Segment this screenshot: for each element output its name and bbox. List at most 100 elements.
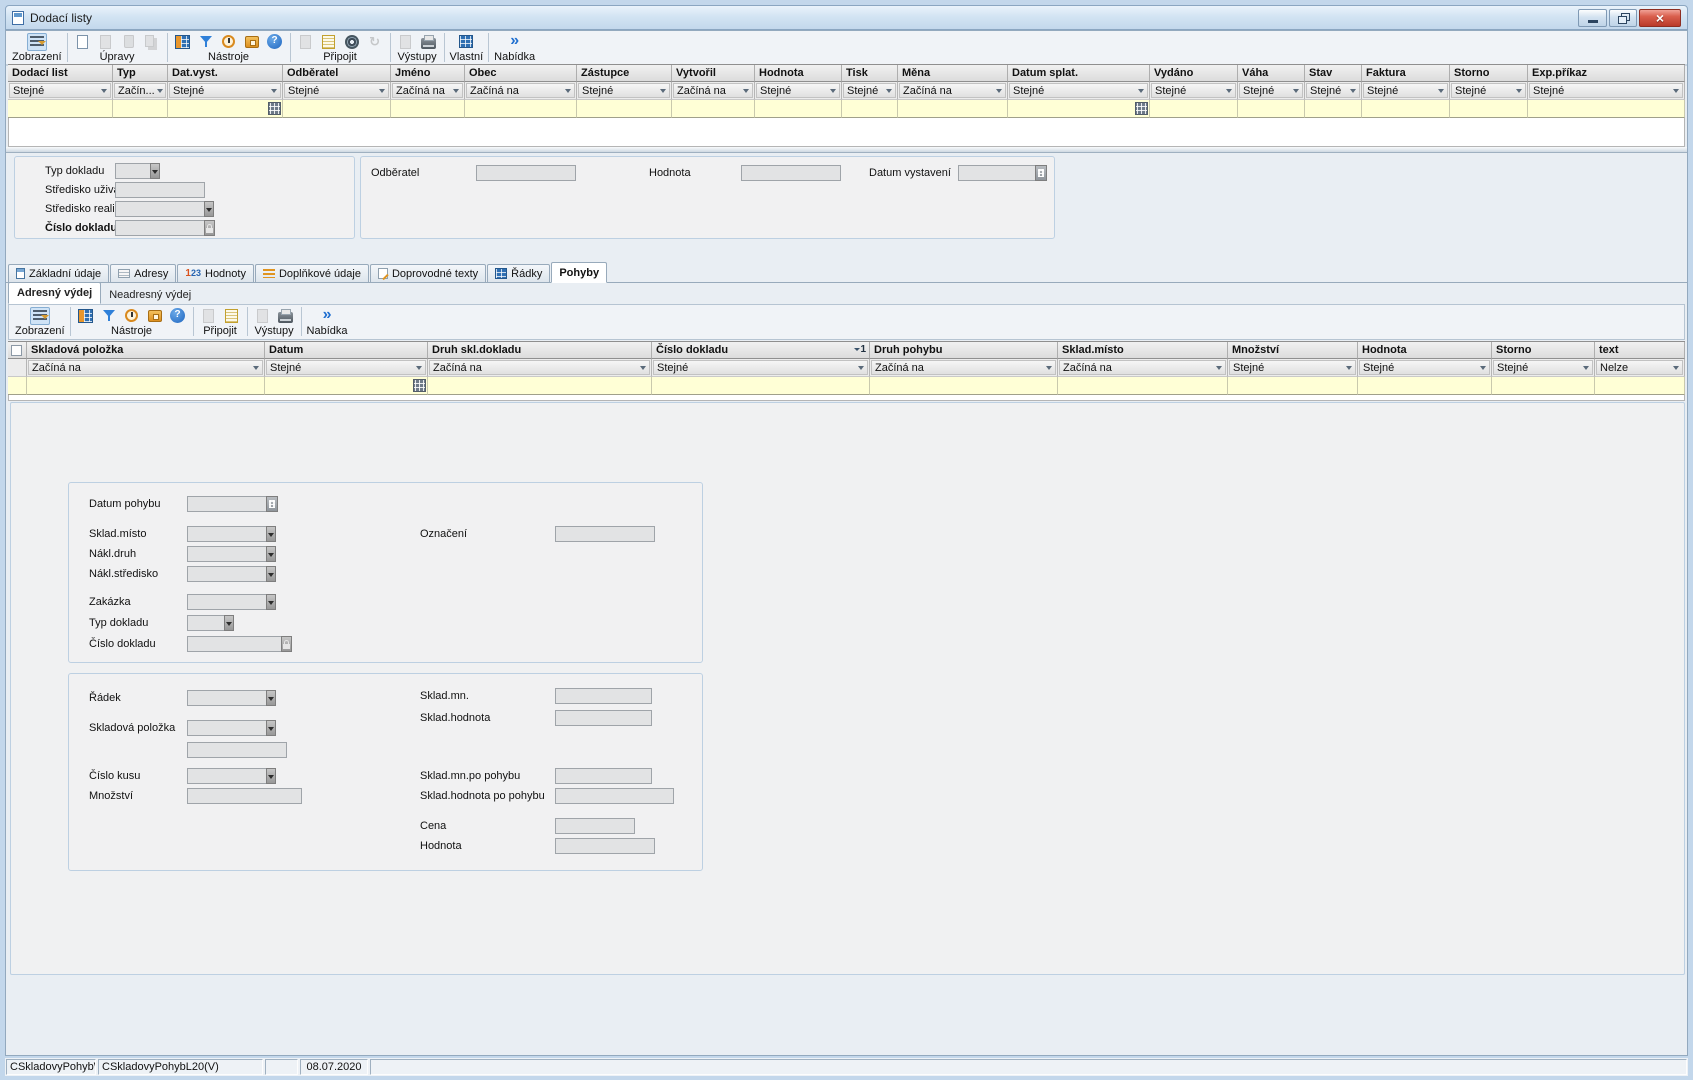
custom-view-button[interactable]: [456, 33, 476, 51]
filter-dropdown-dat-vyst[interactable]: Stejné: [169, 83, 281, 98]
attachment-list-button[interactable]: [222, 307, 242, 325]
stredisko-uzivatele-input[interactable]: [115, 182, 205, 198]
filter-dropdown-odberatel[interactable]: Stejné: [284, 83, 389, 98]
filter-input-faktura[interactable]: [1362, 100, 1450, 118]
cena-input[interactable]: [555, 818, 635, 834]
filter-input-exp-prikaz[interactable]: [1528, 100, 1685, 118]
filter-dropdown-mena[interactable]: Začíná na: [899, 83, 1006, 98]
column-header-datum[interactable]: Datum: [265, 342, 428, 359]
filter-button[interactable]: [99, 307, 119, 325]
filter-input-tisk[interactable]: [842, 100, 898, 118]
filter-input-datum-splat[interactable]: [1008, 100, 1150, 118]
column-header-vydano[interactable]: Vydáno: [1150, 65, 1238, 82]
column-header-dodaci-list[interactable]: Dodací list: [8, 65, 113, 82]
filter-dropdown-skladova-polozka[interactable]: Začíná na: [28, 360, 263, 375]
nakl-druh-dropdown-button[interactable]: [266, 546, 276, 562]
filter-input-obec[interactable]: [465, 100, 577, 118]
column-header-zastupce[interactable]: Zástupce: [577, 65, 672, 82]
column-header-exp-prikaz[interactable]: Exp.příkaz: [1528, 65, 1685, 82]
filter-dropdown-hodnota[interactable]: Stejné: [756, 83, 840, 98]
filter-input-storno[interactable]: [1492, 377, 1595, 395]
menu-button[interactable]: [505, 33, 525, 51]
stredisko-realizace-dropdown-button[interactable]: [204, 201, 214, 217]
table-settings-button[interactable]: [173, 33, 193, 51]
column-header-typ[interactable]: Typ: [113, 65, 168, 82]
column-header-mena[interactable]: Měna: [898, 65, 1008, 82]
history-button[interactable]: [122, 307, 142, 325]
column-header-faktura[interactable]: Faktura: [1362, 65, 1450, 82]
filter-input-skladova-polozka[interactable]: [27, 377, 265, 395]
filter-input-stav[interactable]: [1305, 100, 1362, 118]
filter-input-text[interactable]: [1595, 377, 1685, 395]
filter-dropdown-stav[interactable]: Stejné: [1306, 83, 1360, 98]
filter-input-druh-skl-dokladu[interactable]: [428, 377, 652, 395]
skladova-polozka-input[interactable]: [187, 720, 267, 736]
sklad-hodnota-input[interactable]: [555, 710, 652, 726]
datum-pohybu-calendar-button[interactable]: [266, 496, 278, 512]
help-button[interactable]: [168, 307, 188, 325]
nakl-stredisko-dropdown-button[interactable]: [266, 566, 276, 582]
column-header-skladova-polozka[interactable]: Skladová položka: [27, 342, 265, 359]
datum-pohybu-input[interactable]: [187, 496, 267, 512]
cislo-dokladu-lock-button[interactable]: [281, 636, 292, 652]
filter-dropdown-vaha[interactable]: Stejné: [1239, 83, 1303, 98]
filter-dropdown-storno[interactable]: Stejné: [1493, 360, 1593, 375]
filter-dropdown-hodnota[interactable]: Stejné: [1359, 360, 1490, 375]
minimize-button[interactable]: [1578, 9, 1607, 27]
column-header-storno[interactable]: Storno: [1492, 342, 1595, 359]
view-button[interactable]: [27, 33, 47, 51]
typ-dokladu-dropdown-button[interactable]: [150, 163, 160, 179]
filter-input-druh-pohybu[interactable]: [870, 377, 1058, 395]
tab-doprovodne-texty[interactable]: Doprovodné texty: [370, 264, 486, 283]
options-button[interactable]: [145, 307, 165, 325]
filter-input-cislo-dokladu[interactable]: [652, 377, 870, 395]
filter-input-vydano[interactable]: [1150, 100, 1238, 118]
skladova-polozka-secondary-input[interactable]: [187, 742, 287, 758]
filter-dropdown-text[interactable]: Nelze: [1596, 360, 1683, 375]
filter-dropdown-zastupce[interactable]: Stejné: [578, 83, 670, 98]
odberatel-input[interactable]: [476, 165, 576, 181]
radek-input[interactable]: [187, 690, 267, 706]
filter-input-storno[interactable]: [1450, 100, 1528, 118]
column-header-sklad-misto[interactable]: Sklad.místo: [1058, 342, 1228, 359]
stredisko-realizace-input[interactable]: [115, 201, 205, 217]
datum-vystaveni-input[interactable]: [958, 165, 1036, 181]
filter-dropdown-druh-skl-dokladu[interactable]: Začíná na: [429, 360, 650, 375]
filter-dropdown-dodaci-list[interactable]: Stejné: [9, 83, 111, 98]
print-button[interactable]: [276, 307, 296, 325]
filter-input-dat-vyst[interactable]: [168, 100, 283, 118]
menu-button[interactable]: [317, 307, 337, 325]
filter-dropdown-datum[interactable]: Stejné: [266, 360, 426, 375]
nakl-stredisko-input[interactable]: [187, 566, 267, 582]
column-header-hodnota[interactable]: Hodnota: [1358, 342, 1492, 359]
tab-zakladni-udaje[interactable]: Základní údaje: [8, 264, 109, 283]
filter-dropdown-storno[interactable]: Stejné: [1451, 83, 1526, 98]
filter-input-hodnota[interactable]: [1358, 377, 1492, 395]
zakazka-dropdown-button[interactable]: [266, 594, 276, 610]
filter-input-hodnota[interactable]: [755, 100, 842, 118]
oznaceni-input[interactable]: [555, 526, 655, 542]
column-header-dat-vyst[interactable]: Dat.vyst.: [168, 65, 283, 82]
column-header-druh-skl-dokladu[interactable]: Druh skl.dokladu: [428, 342, 652, 359]
sklad-misto-input[interactable]: [187, 526, 267, 542]
tab-radky[interactable]: Řádky: [487, 264, 550, 283]
filter-dropdown-vytvoril[interactable]: Začíná na: [673, 83, 753, 98]
filter-input-zastupce[interactable]: [577, 100, 672, 118]
tab-doplnkove-udaje[interactable]: Doplňkové údaje: [255, 264, 369, 283]
subtab-neadresny-vydej[interactable]: Neadresný výdej: [101, 286, 199, 304]
filter-input-dodaci-list[interactable]: [8, 100, 113, 118]
column-header-cislo-dokladu[interactable]: Číslo dokladu1: [652, 342, 870, 359]
typ-dokladu-input[interactable]: [187, 615, 225, 631]
filter-dropdown-druh-pohybu[interactable]: Začíná na: [871, 360, 1056, 375]
column-header-druh-pohybu[interactable]: Druh pohybu: [870, 342, 1058, 359]
filter-dropdown-jmeno[interactable]: Začíná na: [392, 83, 463, 98]
filter-dropdown-faktura[interactable]: Stejné: [1363, 83, 1448, 98]
cislo-kusu-dropdown-button[interactable]: [266, 768, 276, 784]
tab-pohyby[interactable]: Pohyby: [551, 262, 607, 283]
cislo-dokladu-input[interactable]: [115, 220, 205, 236]
skladova-polozka-dropdown-button[interactable]: [266, 720, 276, 736]
filter-dropdown-exp-prikaz[interactable]: Stejné: [1529, 83, 1683, 98]
options-button[interactable]: [242, 33, 262, 51]
column-header-vaha[interactable]: Váha: [1238, 65, 1305, 82]
mnozstvi-input[interactable]: [187, 788, 302, 804]
